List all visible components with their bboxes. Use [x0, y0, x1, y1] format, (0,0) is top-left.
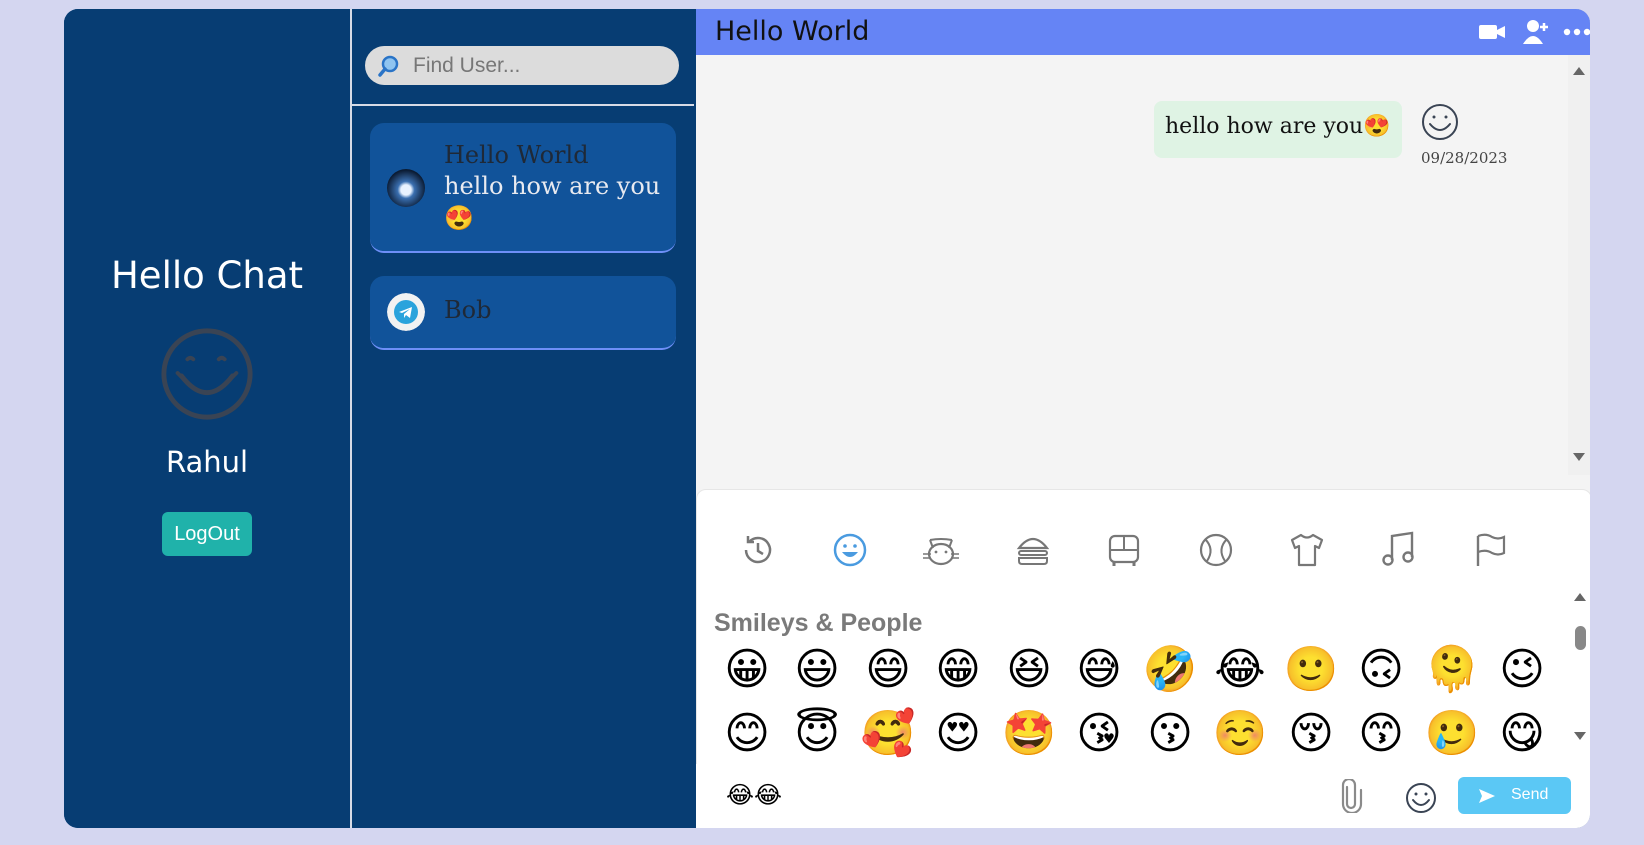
video-camera-icon[interactable] — [1477, 17, 1507, 47]
user-avatar — [387, 169, 425, 207]
emoji-item[interactable]: 😁 — [930, 642, 986, 698]
smileys-icon[interactable] — [830, 530, 870, 570]
emoji-item[interactable]: 😂 — [1212, 642, 1268, 698]
app-title: Hello Chat — [110, 254, 303, 297]
emoji-item[interactable]: 😄 — [860, 642, 916, 698]
logout-button[interactable]: LogOut — [162, 512, 252, 556]
emoji-section-title: Smileys & People — [714, 609, 923, 637]
message-list[interactable]: hello how are you😍 09/28/2023 — [696, 55, 1590, 498]
chat-panel: Hello World hello how are you😍 09/28/202… — [696, 9, 1590, 828]
message-date: 09/28/2023 — [1421, 149, 1508, 167]
message-composer: 😂😂 Send — [696, 764, 1590, 828]
objects-icon[interactable] — [1287, 530, 1327, 570]
emoji-toggle-icon[interactable] — [1404, 781, 1438, 815]
emoji-picker: Smileys & People 😀 😃 😄 😁 😆 😅 🤣 😂 🙂 🙃 🫠 😉… — [696, 489, 1590, 765]
food-icon[interactable] — [1013, 530, 1053, 570]
sender-avatar-icon — [1422, 104, 1458, 140]
add-user-icon[interactable] — [1521, 17, 1551, 47]
emoji-item[interactable]: 🤣 — [1142, 642, 1198, 698]
emoji-item[interactable]: 😘 — [1071, 706, 1127, 762]
emoji-item[interactable]: 😙 — [1353, 706, 1409, 762]
travel-icon[interactable] — [1104, 530, 1144, 570]
user-last-message: hello how are you 😍 — [444, 172, 661, 232]
emoji-item[interactable]: 😗 — [1142, 706, 1198, 762]
user-list-panel: Hello World hello how are you 😍 Bob — [352, 9, 694, 828]
scroll-up-arrow[interactable] — [1574, 593, 1586, 601]
activities-icon[interactable] — [1196, 530, 1236, 570]
emoji-item[interactable]: 🙃 — [1353, 642, 1409, 698]
emoji-item[interactable]: ☺️ — [1212, 706, 1268, 762]
emoji-item[interactable]: 🙂 — [1283, 642, 1339, 698]
animals-icon[interactable] — [921, 530, 961, 570]
user-card-bob[interactable]: Bob — [370, 276, 676, 350]
smiley-avatar-icon — [161, 328, 253, 420]
emoji-item[interactable]: 😇 — [789, 706, 845, 762]
search-box[interactable] — [365, 46, 679, 85]
emoji-item[interactable]: 😉 — [1494, 642, 1550, 698]
message-text: hello how are you😍 — [1165, 114, 1391, 139]
chat-header: Hello World — [696, 9, 1590, 55]
more-options-icon[interactable] — [1562, 17, 1590, 47]
emoji-scrollbar[interactable] — [1569, 593, 1590, 753]
scroll-down-arrow[interactable] — [1573, 453, 1585, 461]
scroll-down-arrow[interactable] — [1574, 732, 1586, 740]
emoji-item[interactable]: 🥲 — [1424, 706, 1480, 762]
message-input[interactable]: 😂😂 — [726, 777, 782, 813]
message-bubble: hello how are you😍 — [1154, 101, 1402, 158]
chat-title: Hello World — [715, 16, 870, 47]
recent-icon[interactable] — [738, 530, 778, 570]
scroll-thumb[interactable] — [1575, 626, 1586, 650]
search-input[interactable] — [411, 49, 675, 83]
send-arrow-icon — [1479, 789, 1495, 803]
paperclip-icon[interactable] — [1334, 779, 1368, 813]
emoji-item[interactable]: 😅 — [1071, 642, 1127, 698]
profile-panel: Hello Chat Rahul LogOut — [64, 9, 352, 828]
emoji-item[interactable]: 🥰 — [860, 706, 916, 762]
user-name: Bob — [444, 296, 492, 324]
search-icon — [378, 55, 399, 77]
telegram-avatar-icon — [387, 293, 425, 331]
flags-icon[interactable] — [1470, 530, 1510, 570]
emoji-item[interactable]: 🤩 — [1001, 706, 1057, 762]
emoji-item[interactable]: 😆 — [1001, 642, 1057, 698]
emoji-item[interactable]: 😚 — [1283, 706, 1339, 762]
messages-scrollbar[interactable] — [1568, 55, 1590, 475]
search-bar — [352, 9, 694, 106]
user-card-hello-world[interactable]: Hello World hello how are you 😍 — [370, 123, 676, 253]
emoji-item[interactable]: 😀 — [719, 642, 775, 698]
chat-app: Hello Chat Rahul LogOut Hello World hel — [64, 9, 1590, 828]
scroll-up-arrow[interactable] — [1573, 67, 1585, 75]
emoji-item[interactable]: 😃 — [789, 642, 845, 698]
emoji-item[interactable]: 🫠 — [1424, 642, 1480, 698]
symbols-icon[interactable] — [1379, 530, 1419, 570]
send-button[interactable]: Send — [1458, 777, 1571, 814]
user-name: Hello World — [444, 141, 589, 169]
emoji-item[interactable]: 😊 — [719, 706, 775, 762]
emoji-item[interactable]: 😍 — [930, 706, 986, 762]
username: Rahul — [165, 445, 249, 479]
emoji-item[interactable]: 😋 — [1494, 706, 1550, 762]
send-label: Send — [1511, 786, 1549, 803]
